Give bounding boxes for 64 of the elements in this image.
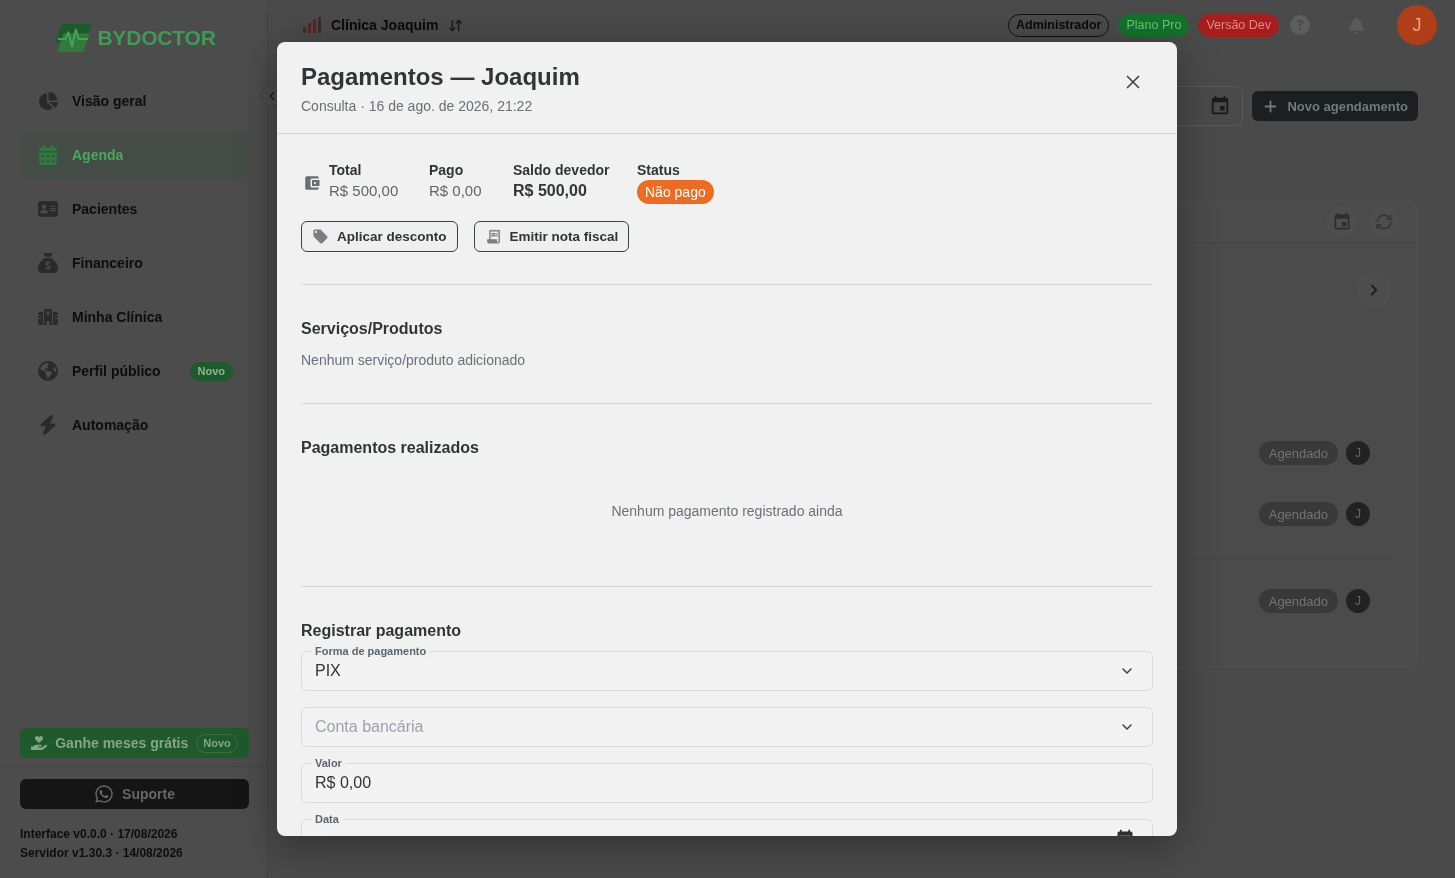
wallet-icon [303,174,321,192]
globe-icon [38,361,58,381]
avatar: J [1346,589,1370,613]
summary-label: Status [637,161,681,180]
field-label: Forma de pagamento [311,644,431,658]
new-appointment-button[interactable]: Novo agendamento [1252,91,1418,121]
hand-heart-icon [31,735,48,751]
field-label: Data [311,812,343,826]
lightning-icon [38,415,58,435]
logo-text: BYDOCTOR [97,26,216,50]
dialog-title: Pagamentos — Joaquim [301,62,580,92]
swap-arrows-icon[interactable] [448,17,464,33]
sidebar-item[interactable]: Agenda [20,132,249,178]
tag-icon [312,228,329,245]
summary-label: Saldo devedor [513,161,611,180]
field-label: Valor [311,756,346,770]
receipt-icon [484,228,502,245]
sidebar-item[interactable]: Perfil público Novo [20,348,249,394]
summary-label: Pago [429,161,465,180]
section-title: Serviços/Produtos [301,319,444,339]
bar-chart-icon [303,17,321,33]
section-title: Pagamentos realizados [301,438,480,458]
logo-icon [53,23,94,53]
status-badge: Agendado [1258,502,1338,526]
status-badge: Agendado [1258,589,1338,613]
hospital-icon [38,307,58,327]
new-badge: Novo [189,361,233,381]
select-field[interactable]: Forma de pagamento PIX [301,644,1153,691]
summary-label: Total [329,161,363,180]
status-badge: Plano Pro [1118,13,1190,37]
avatar: J [1346,441,1370,465]
rewards-button[interactable]: Ganhe meses grátis Novo [20,728,249,758]
action-button[interactable]: Emitir nota fiscal [473,221,630,252]
support-button[interactable]: Suporte [20,779,249,809]
summary-value: R$ 0,00 [429,181,483,201]
status-badge: Agendado [1258,441,1338,465]
status-badge: Não pago [637,180,714,204]
version-text: Interface v0.0.0 · 17/08/2026 [20,826,179,843]
sidebar-item[interactable]: Financeiro [20,240,249,286]
empty-message: Nenhum pagamento registrado ainda [610,502,844,521]
summary-value: R$ 500,00 [329,181,400,201]
summary-value: R$ 500,00 [513,181,588,201]
calendar-icon [38,145,58,165]
whatsapp-icon [94,784,115,804]
calendar-icon [1332,211,1352,232]
select-field[interactable]: Conta bancária [301,707,1153,747]
section-title: Registrar pagamento [301,621,463,641]
avatar: J [1346,502,1370,526]
user-avatar[interactable]: J [1397,5,1437,45]
refresh-icon [1375,212,1393,231]
action-button[interactable]: Aplicar desconto [301,221,458,252]
sidebar-item[interactable]: Automação [20,402,249,448]
pie-chart-icon [38,91,58,111]
empty-message: Nenhum serviço/produto adicionado [301,351,527,370]
input-field[interactable]: Valor R$ 0,00 [301,756,1153,803]
sidebar-item[interactable]: Pacientes [20,186,249,232]
dialog-subtitle: Consulta · 16 de ago. de 2026, 21:22 [301,97,534,115]
status-badge: Versão Dev [1198,13,1279,37]
sidebar-item[interactable]: Minha Clínica [20,294,249,340]
clinic-name[interactable]: Clínica Joaquim [331,17,439,33]
sidebar-item[interactable]: Visão geral [20,78,249,124]
version-text: Servidor v1.30.3 · 14/08/2026 [20,845,184,862]
id-card-icon [38,199,58,219]
money-bag-icon [38,253,58,273]
